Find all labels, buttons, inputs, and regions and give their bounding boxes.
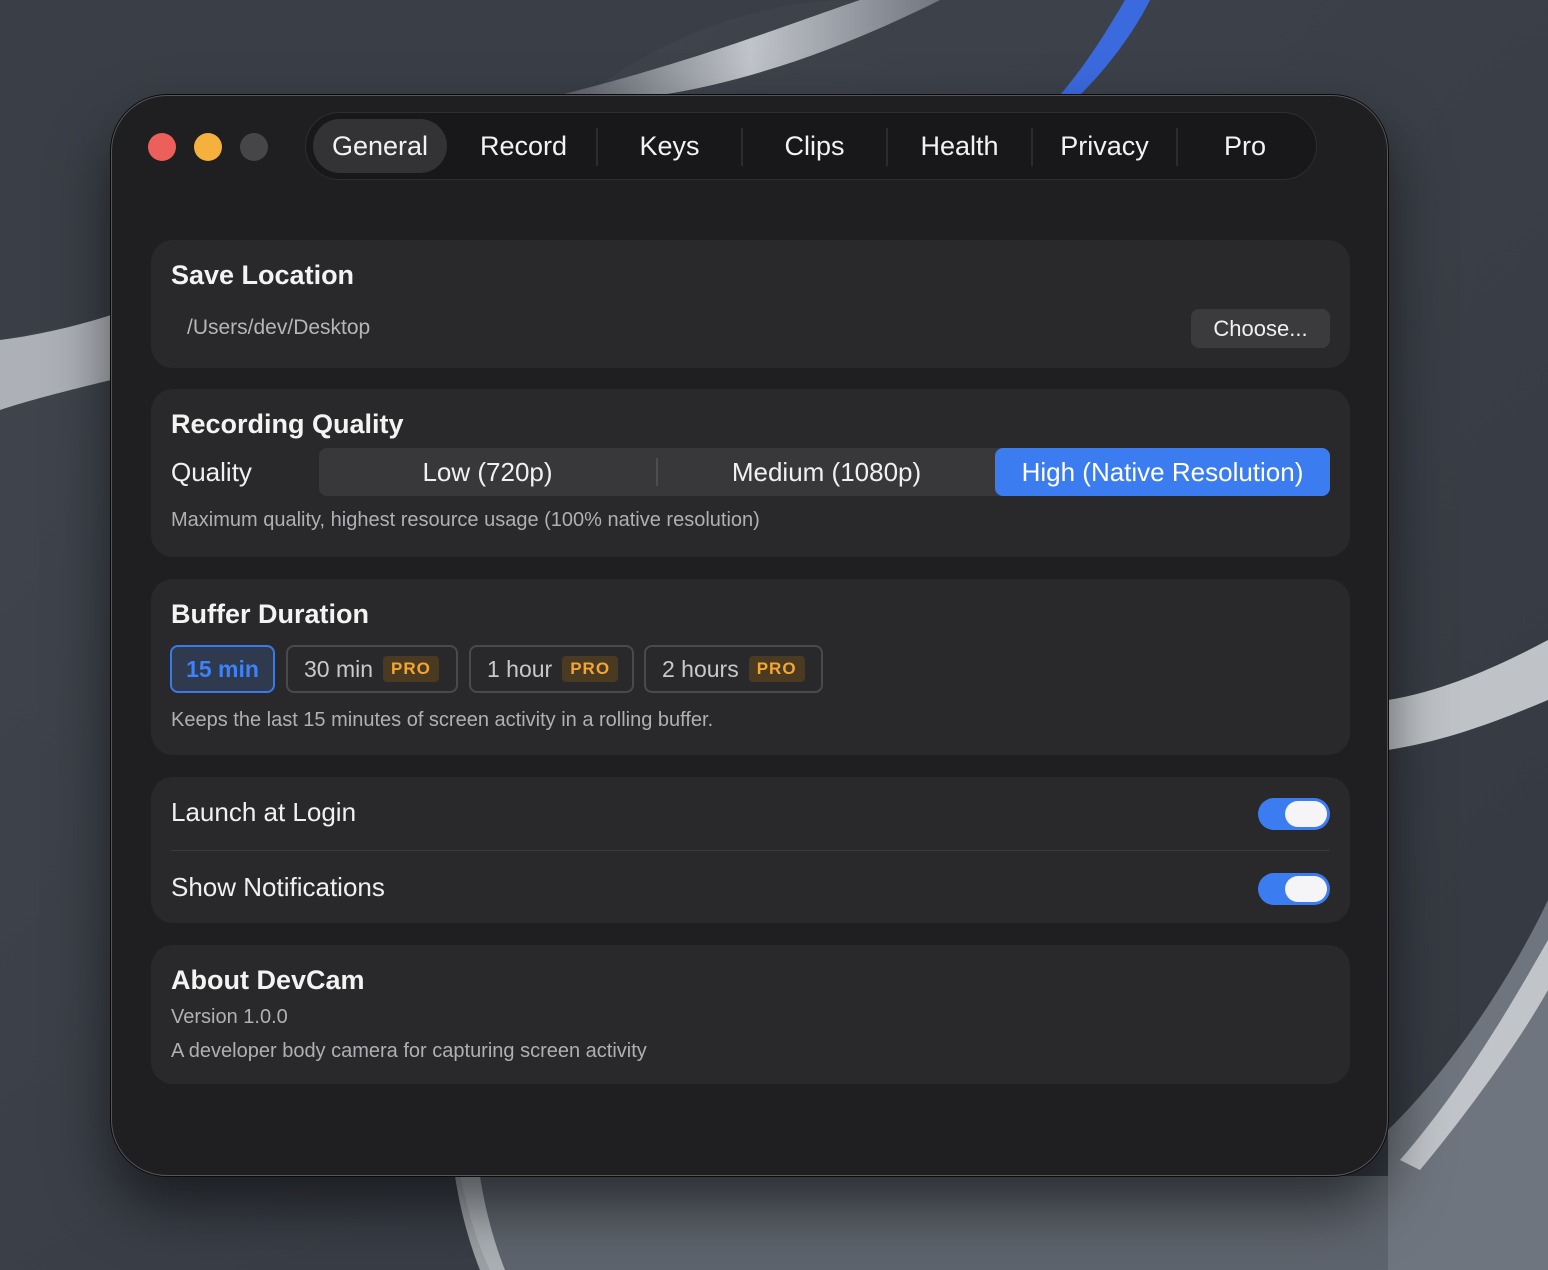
buffer-duration-title: Buffer Duration bbox=[171, 599, 369, 629]
quality-description: Maximum quality, highest resource usage … bbox=[171, 509, 760, 531]
quality-option-high[interactable]: High (Native Resolution) bbox=[995, 448, 1330, 496]
launch-at-login-label: Launch at Login bbox=[171, 797, 357, 827]
buffer-option-label: 15 min bbox=[186, 655, 259, 682]
tab-clips[interactable]: Clips bbox=[743, 119, 886, 173]
row-divider bbox=[171, 850, 1330, 851]
tab-pro[interactable]: Pro bbox=[1178, 119, 1312, 173]
toggle-knob bbox=[1285, 876, 1327, 902]
buffer-option-label: 30 min bbox=[304, 655, 374, 682]
buffer-option-2-hours[interactable]: 2 hours PRO bbox=[644, 645, 823, 693]
zoom-window-button[interactable] bbox=[240, 133, 268, 161]
quality-label: Quality bbox=[171, 457, 252, 487]
toggle-knob bbox=[1285, 801, 1327, 827]
tab-privacy[interactable]: Privacy bbox=[1033, 119, 1176, 173]
pro-badge: PRO bbox=[562, 656, 619, 682]
recording-quality-title: Recording Quality bbox=[171, 409, 404, 439]
about-title: About DevCam bbox=[171, 965, 365, 995]
launch-at-login-toggle[interactable] bbox=[1258, 798, 1330, 830]
choose-location-button[interactable]: Choose... bbox=[1191, 309, 1330, 348]
quality-option-medium[interactable]: Medium (1080p) bbox=[658, 448, 995, 496]
buffer-option-label: 1 hour bbox=[487, 655, 553, 682]
recording-quality-card: Recording Quality Quality Low (720p) Med… bbox=[151, 389, 1350, 557]
general-toggles-card: Launch at Login Show Notifications bbox=[151, 777, 1350, 923]
save-path-text: /Users/dev/Desktop bbox=[187, 316, 371, 339]
quality-option-low[interactable]: Low (720p) bbox=[319, 448, 656, 496]
save-location-title: Save Location bbox=[171, 260, 355, 290]
buffer-option-1-hour[interactable]: 1 hour PRO bbox=[469, 645, 634, 693]
buffer-option-15-min[interactable]: 15 min bbox=[170, 645, 275, 693]
about-description: A developer body camera for capturing sc… bbox=[171, 1040, 647, 1062]
about-card: About DevCam Version 1.0.0 A developer b… bbox=[151, 945, 1350, 1084]
pro-badge: PRO bbox=[748, 656, 805, 682]
show-notifications-toggle[interactable] bbox=[1258, 873, 1330, 905]
minimize-window-button[interactable] bbox=[194, 133, 222, 161]
settings-window: General Record Keys Clips Health Privacy… bbox=[111, 95, 1388, 1176]
tab-bar: General Record Keys Clips Health Privacy… bbox=[305, 112, 1317, 180]
save-location-card: Save Location /Users/dev/Desktop Choose.… bbox=[151, 240, 1350, 368]
buffer-description: Keeps the last 15 minutes of screen acti… bbox=[171, 709, 714, 731]
tab-keys[interactable]: Keys bbox=[598, 119, 741, 173]
tab-record[interactable]: Record bbox=[451, 119, 596, 173]
pro-badge: PRO bbox=[383, 656, 439, 682]
tab-general[interactable]: General bbox=[313, 119, 447, 173]
quality-segmented-control: Low (720p) Medium (1080p) High (Native R… bbox=[319, 448, 1330, 496]
buffer-option-label: 2 hours bbox=[662, 655, 739, 682]
show-notifications-label: Show Notifications bbox=[171, 872, 385, 902]
close-window-button[interactable] bbox=[148, 133, 176, 161]
tab-health[interactable]: Health bbox=[888, 119, 1031, 173]
buffer-duration-card: Buffer Duration 15 min 30 min PRO 1 hour… bbox=[151, 579, 1350, 755]
buffer-option-30-min[interactable]: 30 min PRO bbox=[286, 645, 458, 693]
version-text: Version 1.0.0 bbox=[171, 1006, 288, 1028]
